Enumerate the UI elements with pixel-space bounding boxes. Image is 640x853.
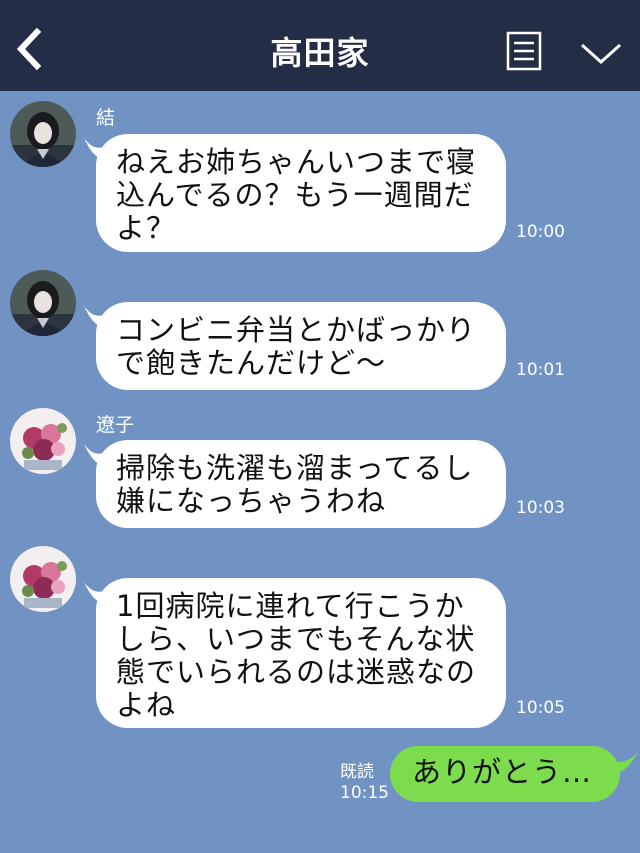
avatar-ryoko[interactable] [10, 546, 76, 612]
avatar-yui[interactable] [10, 270, 76, 336]
read-label: 既読 [340, 762, 374, 782]
message-bubble[interactable]: 掃除も洗濯も溜まってるし 嫌になっちゃうわね [96, 440, 506, 528]
message-line: 掃除も洗濯も溜まってるし [116, 451, 474, 485]
message-time: 10:03 [516, 498, 565, 518]
message-time: 10:01 [516, 360, 565, 380]
menu-button[interactable] [505, 30, 543, 72]
message-time: 10:05 [516, 698, 565, 718]
flower-avatar-icon [10, 546, 76, 612]
message-line: 態でいられるのは迷惑なの [116, 655, 477, 689]
sender-name: 遼子 [96, 414, 135, 436]
message-line: で飽きたんだけど〜 [116, 346, 387, 380]
chat-title: 高田家 [270, 34, 370, 72]
message-bubble[interactable]: 1回病院に連れて行こうか しら、いつまでもそんな状 態でいられるのは迷惑なの よ… [96, 578, 506, 728]
my-bubble-tail [612, 752, 638, 774]
dropdown-button[interactable] [578, 38, 624, 68]
avatar-girl-icon [10, 101, 76, 167]
read-receipt: 既読 10:15 [340, 762, 389, 804]
my-message-bubble[interactable]: ありがとう… [390, 746, 620, 802]
message-line: コンビニ弁当とかばっかり [116, 313, 477, 347]
chevron-down-icon [580, 43, 622, 65]
message-line: 込んでるの？もう一週間だ [116, 178, 474, 212]
message-line: ねえお姉ちゃんいつまで寝 [116, 145, 477, 179]
message-line: よね [116, 688, 177, 722]
avatar-girl-icon [10, 270, 76, 336]
message-line: しら、いつまでもそんな状 [116, 622, 476, 656]
message-bubble[interactable]: コンビニ弁当とかばっかり で飽きたんだけど〜 [96, 302, 506, 390]
message-line: 1回病院に連れて行こうか [116, 589, 465, 623]
chat-header: 高田家 [0, 0, 640, 91]
message-time: 10:00 [516, 222, 565, 242]
message-time: 10:15 [340, 783, 389, 803]
menu-icon [506, 31, 542, 71]
avatar-yui[interactable] [10, 101, 76, 167]
sender-name: 結 [96, 107, 116, 129]
message-bubble[interactable]: ねえお姉ちゃんいつまで寝 込んでるの？もう一週間だ よ？ [96, 134, 506, 252]
message-line: 嫌になっちゃうわね [116, 484, 387, 518]
flower-avatar-icon [10, 408, 76, 474]
message-line: よ？ [116, 211, 177, 245]
avatar-ryoko[interactable] [10, 408, 76, 474]
